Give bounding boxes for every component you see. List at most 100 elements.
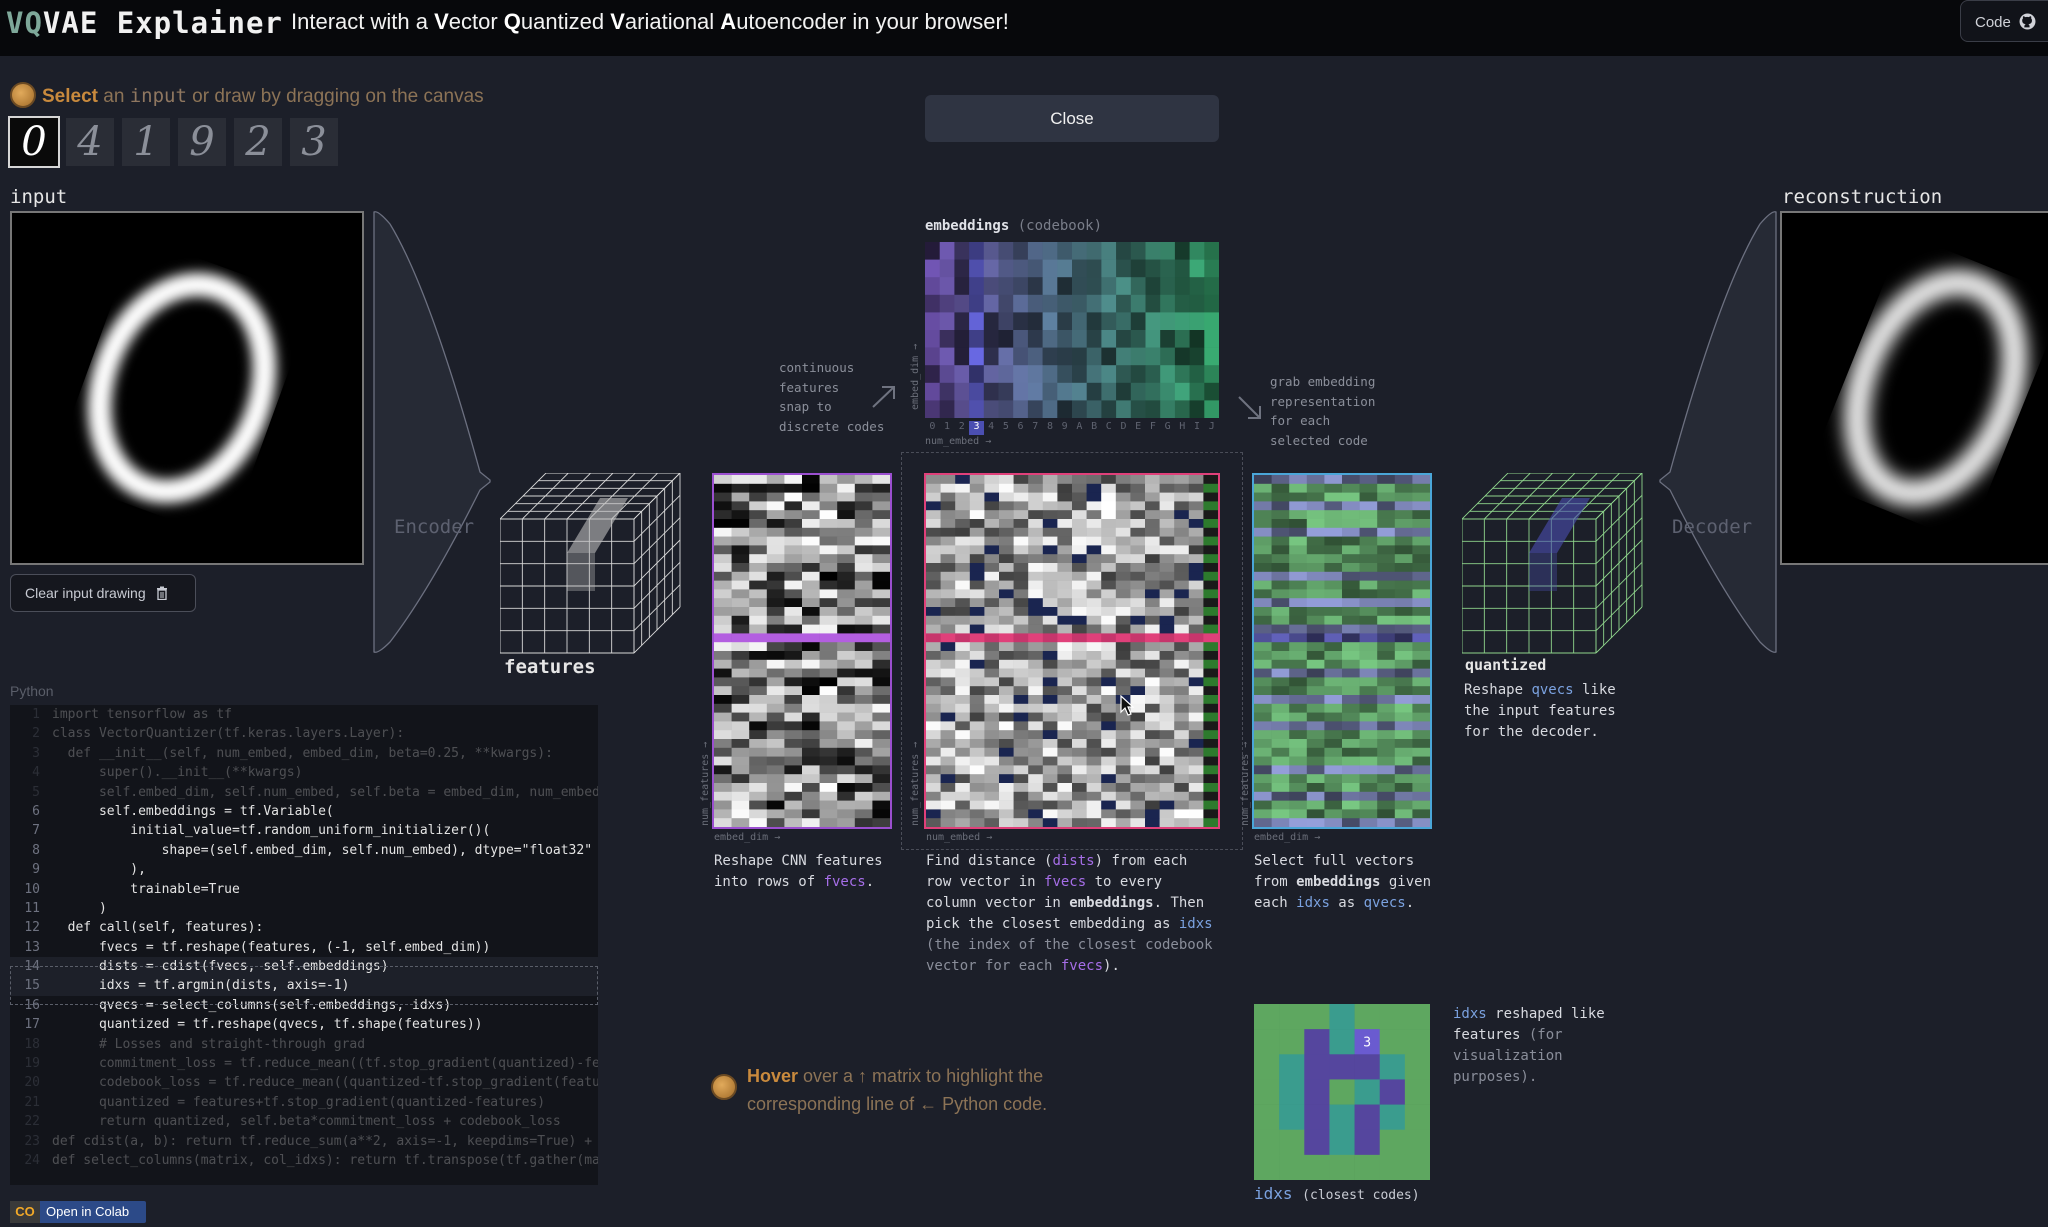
code-text: def select_columns(matrix, col_idxs): re… [52, 1152, 598, 1168]
fvecs-matrix[interactable] [712, 473, 892, 829]
qvd: . [1405, 895, 1415, 911]
dd-embeddings: embeddings [1069, 895, 1154, 911]
input-canvas[interactable] [10, 211, 364, 565]
tagline: Interact with a Vector Quantized Variati… [291, 9, 1009, 35]
embedding-tick[interactable]: 6 [1013, 421, 1028, 435]
annotation-line: grab embedding [1270, 374, 1376, 389]
embedding-tick[interactable]: 3 [969, 421, 984, 435]
idxs-note: idxs reshaped like features (for visuali… [1453, 1004, 1605, 1088]
code-line: 7 initial_value=tf.random_uniform_initia… [10, 821, 598, 840]
reconstruction-canvas [1780, 211, 2048, 565]
digit-thumbnail[interactable]: 0 [8, 116, 60, 168]
line-number: 7 [32, 823, 40, 839]
tagline-part: V [610, 9, 625, 34]
line-number: 21 [24, 1094, 40, 1110]
code-button[interactable]: Code [1960, 0, 2048, 42]
embedding-tick[interactable]: G [1160, 421, 1175, 435]
tagline-part: utoencoder in your browser! [736, 9, 1009, 34]
code-text: fvecs = tf.reshape(features, (-1, self.e… [52, 939, 491, 955]
in: reshaped like [1486, 1006, 1605, 1022]
quantized-label: quantized [1465, 656, 1547, 674]
line-number: 9 [32, 862, 40, 878]
clear-input-button[interactable]: Clear input drawing [10, 574, 196, 612]
idxs-grid[interactable]: 3 [1254, 1004, 1430, 1180]
line-number: 4 [32, 765, 40, 781]
line-number: 24 [24, 1152, 40, 1168]
embedding-tick[interactable]: 8 [1043, 421, 1058, 435]
code-line: 18 # Losses and straight-through grad [10, 1035, 598, 1054]
dists-axis-x: num_embed → [926, 832, 993, 843]
line-number: 18 [24, 1036, 40, 1052]
embedding-tick[interactable]: E [1131, 421, 1146, 435]
embedding-tick[interactable]: C [1101, 421, 1116, 435]
digit-thumbnail[interactable]: 9 [178, 118, 226, 166]
digit-thumbnail[interactable]: 3 [290, 118, 338, 166]
qd-text: Reshape [1464, 682, 1532, 698]
embedding-tick[interactable]: 9 [1057, 421, 1072, 435]
code-text: # Losses and straight-through grad [52, 1036, 366, 1052]
line-number: 11 [24, 900, 40, 916]
digit-thumbnail[interactable]: 4 [66, 118, 114, 166]
qvecs-matrix[interactable] [1252, 473, 1432, 829]
code-text: idxs = tf.argmin(dists, axis=-1) [52, 978, 350, 994]
digit-thumbnail[interactable]: 2 [234, 118, 282, 166]
encoder-label: Encoder [394, 516, 475, 538]
code-line: 9 ), [10, 860, 598, 879]
line-number: 12 [24, 920, 40, 936]
select-hint-a: an [97, 86, 130, 107]
close-button[interactable]: Close [925, 95, 1219, 142]
embedding-tick[interactable]: I [1190, 421, 1205, 435]
code-line: 8 shape=(self.embed_dim, self.num_embed)… [10, 841, 598, 860]
arrow-down-right-icon [1238, 396, 1261, 419]
embeddings-ticks: 0123456789ABCDEFGHIJ [925, 421, 1219, 435]
tagline-part: uantized [520, 9, 611, 34]
dd: column vector in [926, 895, 1070, 911]
embedding-tick[interactable]: H [1175, 421, 1190, 435]
embedding-tick[interactable]: J [1204, 421, 1219, 435]
line-number: 16 [24, 997, 40, 1013]
reconstruction-label: reconstruction [1782, 186, 1943, 208]
embedding-tick[interactable]: 5 [999, 421, 1014, 435]
code-line: 5 self.embed_dim, self.num_embed, self.b… [10, 783, 598, 802]
code-text: quantized = features+tf.stop_gradient(qu… [52, 1094, 546, 1110]
quantized-cube[interactable] [1462, 473, 1644, 655]
in: (for [1520, 1027, 1563, 1043]
annotation-line: continuous [779, 360, 855, 375]
dd-fvecs: fvecs [1044, 874, 1087, 890]
embedding-tick[interactable]: 4 [984, 421, 999, 435]
idxs-title: idxs (closest codes) [1254, 1184, 1420, 1203]
dd-fvecs: fvecs [1060, 958, 1104, 974]
code-line: 20 codebook_loss = tf.reduce_mean((quant… [10, 1073, 598, 1092]
annotation-line: snap to [779, 399, 832, 414]
embedding-tick[interactable]: 0 [925, 421, 940, 435]
dists-matrix[interactable] [924, 473, 1220, 829]
logo-text: VAE Explainer [42, 6, 283, 40]
code-line: 12 def call(self, features): [10, 918, 598, 937]
code-line: 4 super().__init__(**kwargs) [10, 763, 598, 782]
qd-qvecs: qvecs [1531, 682, 1574, 698]
embedding-tick[interactable]: A [1072, 421, 1087, 435]
digit-selector: 041923 [8, 116, 338, 168]
features-label: features [504, 656, 596, 678]
features-cube[interactable] [500, 473, 682, 655]
embedding-tick[interactable]: 2 [954, 421, 969, 435]
embedding-tick[interactable]: 7 [1028, 421, 1043, 435]
open-in-colab-button[interactable]: CO Open in Colab [10, 1201, 146, 1223]
embedding-tick[interactable]: B [1087, 421, 1102, 435]
select-hint: Select an input or draw by dragging on t… [10, 82, 484, 108]
code-text: commitment_loss = tf.reduce_mean((tf.sto… [52, 1056, 598, 1072]
embedding-tick[interactable]: D [1116, 421, 1131, 435]
logo-vq: VQ [6, 6, 43, 40]
digit-thumbnail[interactable]: 1 [122, 118, 170, 166]
input-label: input [10, 186, 68, 208]
code-line: 13 fvecs = tf.reshape(features, (-1, sel… [10, 938, 598, 957]
dd: ). [1103, 958, 1120, 974]
tagline-part: ariational [624, 9, 721, 34]
code-panel: 1 import tensorflow as tf 2 class VectorQua… [10, 705, 598, 1185]
embedding-tick[interactable]: 1 [940, 421, 955, 435]
code-text: self.embeddings = tf.Variable( [52, 803, 334, 819]
embedding-tick[interactable]: F [1146, 421, 1161, 435]
embeddings-title-text: embeddings [925, 218, 1010, 234]
embeddings-matrix[interactable] [925, 242, 1219, 418]
fvecs-axis-y: num_features → [700, 741, 711, 826]
